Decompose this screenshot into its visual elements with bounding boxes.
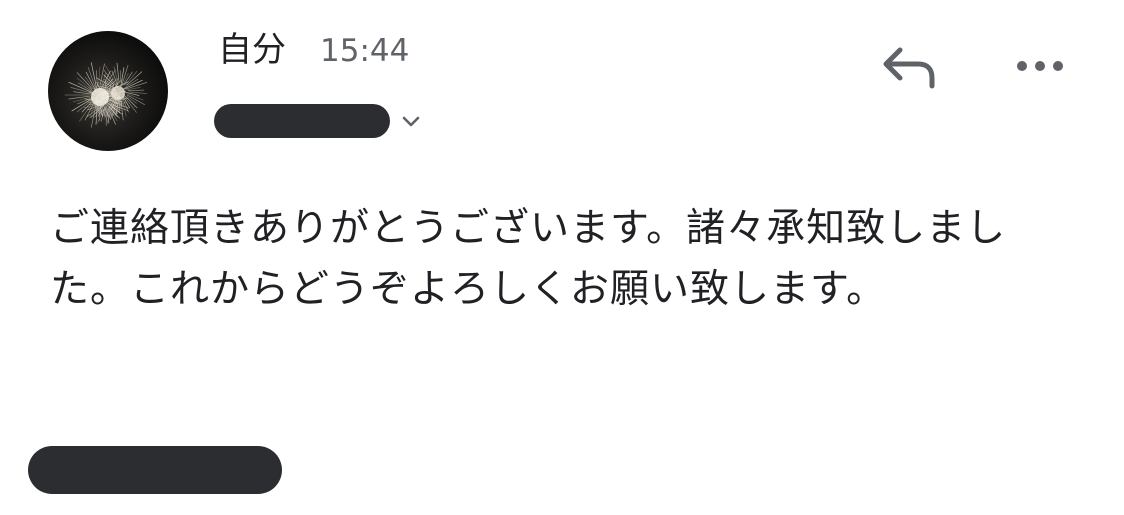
more-options-button[interactable]	[1010, 48, 1070, 84]
chevron-down-icon[interactable]	[398, 108, 424, 134]
sender-avatar[interactable]	[48, 31, 168, 151]
signature-redacted	[28, 446, 282, 494]
reply-arrow-icon	[883, 47, 935, 89]
recipient-redacted	[214, 104, 390, 138]
more-horizontal-icon	[1017, 61, 1063, 71]
fireworks-photo	[64, 62, 148, 128]
message-time: 15:44	[320, 33, 410, 69]
sender-name: 自分	[218, 30, 286, 70]
message-body: ご連絡頂きありがとうございます。諸々承知致しました。これからどうぞよろしくお願い…	[50, 206, 1007, 312]
reply-button[interactable]	[878, 40, 940, 92]
